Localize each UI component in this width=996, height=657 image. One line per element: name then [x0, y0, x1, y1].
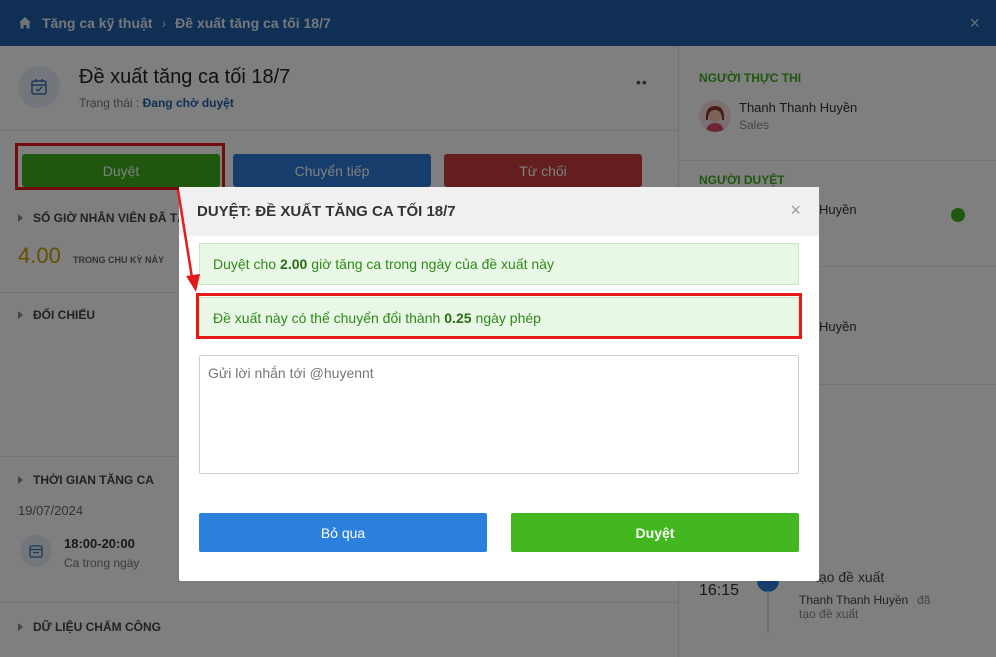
approve-dialog: DUYỆT: ĐỀ XUẤT TĂNG CA TỐI 18/7 × Duyệt …	[179, 187, 819, 581]
dialog-header: DUYỆT: ĐỀ XUẤT TĂNG CA TỐI 18/7 ×	[179, 187, 819, 236]
skip-button[interactable]: Bỏ qua	[199, 513, 487, 552]
approve-hours-alert: Duyệt cho 2.00 giờ tăng ca trong ngày củ…	[199, 243, 799, 285]
close-icon[interactable]: ×	[790, 200, 801, 221]
highlight-box-convert	[196, 293, 802, 339]
dialog-title: DUYỆT: ĐỀ XUẤT TĂNG CA TỐI 18/7	[197, 203, 456, 220]
message-input[interactable]	[199, 355, 799, 474]
alert1-suffix: giờ tăng ca trong ngày của đề xuất này	[311, 256, 554, 272]
confirm-approve-button[interactable]: Duyệt	[511, 513, 799, 552]
alert1-value: 2.00	[280, 256, 308, 272]
alert1-prefix: Duyệt cho	[213, 256, 277, 272]
